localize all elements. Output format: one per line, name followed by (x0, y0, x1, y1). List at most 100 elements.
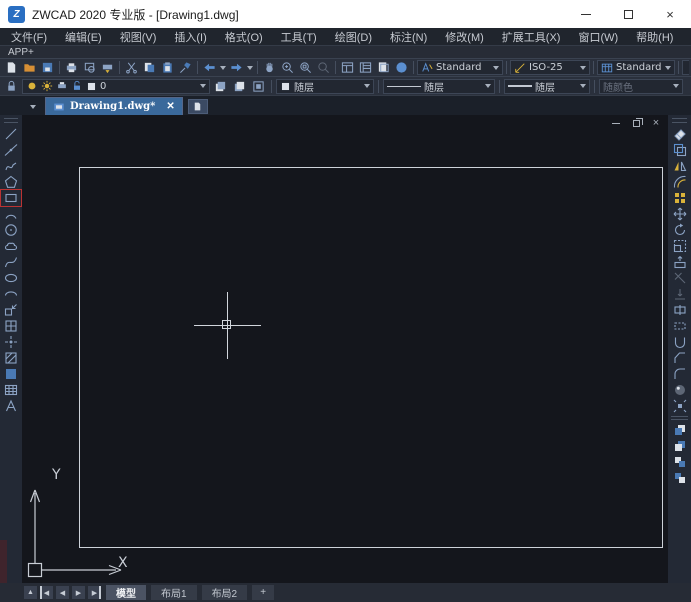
erase-tool-button[interactable] (670, 126, 690, 142)
bring-above-objects-button[interactable] (670, 454, 690, 470)
tab-close-icon[interactable]: ✕ (166, 101, 174, 112)
break-at-point-tool-button[interactable] (670, 302, 690, 318)
color-combo[interactable]: 随层 (276, 79, 374, 94)
doc-restore-button[interactable] (631, 118, 641, 128)
menu-tools[interactable]: 工具(T) (272, 29, 326, 45)
tab-layout1[interactable]: 布局1 (151, 585, 197, 600)
tab-overflow-button[interactable] (28, 99, 38, 115)
mleader-style-combo[interactable]: Stan (682, 60, 689, 75)
tool-palettes-button[interactable] (357, 60, 374, 75)
layer-combo[interactable]: 0 (22, 79, 210, 94)
redo-button[interactable] (228, 60, 245, 75)
lineweight-combo[interactable]: 随层 (504, 79, 590, 94)
rotate-tool-button[interactable] (670, 222, 690, 238)
polyline-tool-button[interactable] (1, 158, 21, 174)
array-tool-button[interactable] (670, 190, 690, 206)
menu-draw[interactable]: 绘图(D) (326, 29, 381, 45)
layer-isolate-button[interactable] (250, 79, 267, 94)
scale-tool-button[interactable] (670, 238, 690, 254)
join-tool-button[interactable] (670, 334, 690, 350)
window-close-button[interactable]: × (649, 0, 691, 28)
zoom-window-button[interactable] (297, 60, 314, 75)
menu-help[interactable]: 帮助(H) (627, 29, 682, 45)
move-tool-button[interactable] (670, 206, 690, 222)
open-button[interactable] (21, 60, 38, 75)
document-tab-active[interactable]: Drawing1.dwg* ✕ (45, 97, 183, 115)
pan-button[interactable] (261, 60, 278, 75)
break-tool-button[interactable] (670, 318, 690, 334)
tab-layout2[interactable]: 布局2 (202, 585, 248, 600)
menu-insert[interactable]: 插入(I) (165, 29, 215, 45)
plot-button[interactable] (63, 60, 80, 75)
mtext-tool-button[interactable] (1, 398, 21, 414)
ellipse-tool-button[interactable] (1, 270, 21, 286)
menu-dimension[interactable]: 标注(N) (381, 29, 436, 45)
window-minimize-button[interactable] (565, 0, 607, 28)
doc-minimize-button[interactable] (611, 118, 621, 128)
cut-button[interactable] (123, 60, 140, 75)
table-tool-button[interactable] (1, 382, 21, 398)
circle-tool-button[interactable] (1, 222, 21, 238)
layer-states-button[interactable] (212, 79, 229, 94)
menu-window[interactable]: 窗口(W) (569, 29, 627, 45)
construction-line-tool-button[interactable] (1, 142, 21, 158)
copy-tool-button[interactable] (670, 142, 690, 158)
sheet-set-button[interactable] (375, 60, 392, 75)
match-properties-button[interactable] (177, 60, 194, 75)
line-tool-button[interactable] (1, 126, 21, 142)
toolbar-grip-handle[interactable] (672, 118, 687, 123)
ellipse-arc-tool-button[interactable] (1, 286, 21, 302)
layout-next-button[interactable]: ▶ (72, 586, 85, 599)
drawing-canvas[interactable]: × Y X (22, 115, 668, 583)
linetype-combo[interactable]: 随层 (383, 79, 495, 94)
send-to-back-button[interactable] (670, 438, 690, 454)
bring-to-front-button[interactable] (670, 422, 690, 438)
menu-modify[interactable]: 修改(M) (436, 29, 493, 45)
rectangle-tool-button[interactable] (1, 190, 21, 206)
help-button[interactable] (393, 60, 410, 75)
layout-last-button[interactable]: ▶ (88, 586, 101, 599)
zoom-previous-button[interactable] (315, 60, 332, 75)
offset-tool-button[interactable] (670, 174, 690, 190)
menu-format[interactable]: 格式(O) (216, 29, 272, 45)
insert-block-tool-button[interactable] (1, 302, 21, 318)
doc-close-button[interactable]: × (651, 118, 661, 128)
undo-button[interactable] (201, 60, 218, 75)
menu-edit[interactable]: 编辑(E) (56, 29, 111, 45)
layout-quickview-button[interactable]: ▲ (24, 586, 37, 599)
dim-style-combo[interactable]: ISO-25 (510, 60, 590, 75)
publish-button[interactable] (99, 60, 116, 75)
chamfer-tool-button[interactable] (670, 350, 690, 366)
region-tool-button[interactable] (670, 382, 690, 398)
layout-prev-button[interactable]: ◀ (56, 586, 69, 599)
menu-file[interactable]: 文件(F) (2, 29, 56, 45)
hatch-tool-button[interactable] (1, 350, 21, 366)
redo-dropdown-button[interactable] (246, 60, 254, 75)
add-layout-button[interactable]: + (252, 585, 274, 600)
send-under-objects-button[interactable] (670, 470, 690, 486)
layout-first-button[interactable]: ◀ (40, 586, 53, 599)
menu-express-tools[interactable]: 扩展工具(X) (493, 29, 570, 45)
copy-clip-button[interactable] (141, 60, 158, 75)
extend-tool-button[interactable] (670, 286, 690, 302)
undo-dropdown-button[interactable] (219, 60, 227, 75)
mirror-tool-button[interactable] (670, 158, 690, 174)
point-tool-button[interactable] (1, 334, 21, 350)
explode-tool-button[interactable] (670, 398, 690, 414)
design-center-button[interactable] (339, 60, 356, 75)
spline-tool-button[interactable] (1, 254, 21, 270)
window-maximize-button[interactable] (607, 0, 649, 28)
arc-tool-button[interactable] (1, 206, 21, 222)
text-style-combo[interactable]: Standard (417, 60, 503, 75)
make-block-tool-button[interactable] (1, 318, 21, 334)
save-button[interactable] (39, 60, 56, 75)
polygon-tool-button[interactable] (1, 174, 21, 190)
gradient-tool-button[interactable] (1, 366, 21, 382)
app-plus-label[interactable]: APP+ (8, 47, 34, 58)
new-button[interactable] (3, 60, 20, 75)
stretch-tool-button[interactable] (670, 254, 690, 270)
zoom-realtime-button[interactable] (279, 60, 296, 75)
fillet-tool-button[interactable] (670, 366, 690, 382)
layer-previous-button[interactable] (231, 79, 248, 94)
layer-properties-button[interactable] (3, 79, 20, 94)
